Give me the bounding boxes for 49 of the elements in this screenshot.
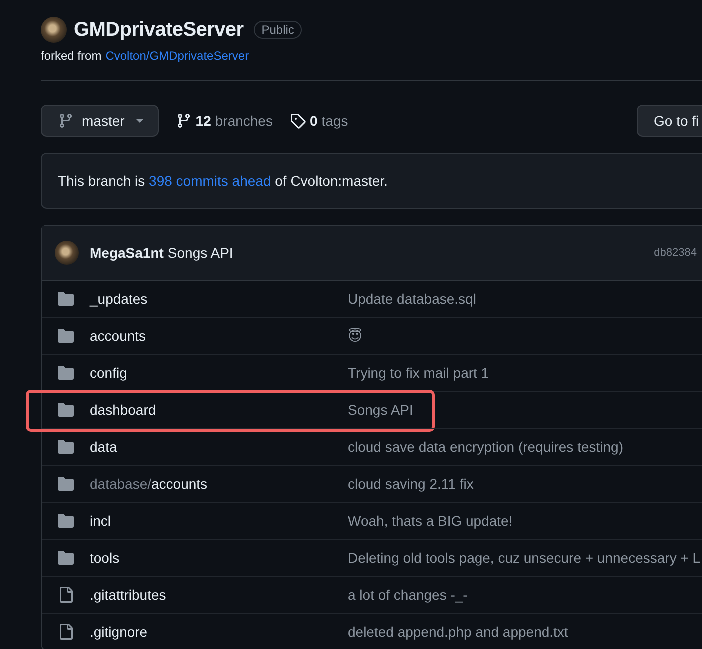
folder-icon (58, 365, 74, 381)
folder-icon (58, 291, 74, 307)
folder-icon (58, 550, 74, 566)
file-name-link[interactable]: config (90, 365, 348, 381)
file-name-link[interactable]: incl (90, 513, 348, 529)
file-icon (58, 587, 74, 603)
commit-message-link[interactable]: Songs API (348, 402, 414, 418)
author-link[interactable]: MegaSa1nt (90, 245, 164, 261)
file-name-link[interactable]: accounts (90, 328, 348, 344)
folder-icon (58, 439, 74, 455)
file-icon (58, 624, 74, 640)
visibility-label: Public (254, 21, 302, 39)
file-name-link[interactable]: .gitignore (90, 624, 348, 640)
commit-message-link[interactable]: Update database.sql (348, 291, 476, 307)
tags-link[interactable]: 0 tags (290, 113, 348, 129)
commit-message-link[interactable]: 😇 (348, 328, 363, 344)
file-name-link[interactable]: dashboard (90, 402, 348, 418)
folder-icon (58, 402, 74, 418)
file-name-link[interactable]: database/accounts (90, 476, 348, 492)
avatar (41, 17, 67, 43)
commits-ahead-link[interactable]: 398 commits ahead (149, 173, 272, 189)
branches-link[interactable]: 12 branches (176, 113, 273, 129)
fork-source-link[interactable]: Cvolton/GMDprivateServer (106, 49, 250, 63)
commit-message-link[interactable]: a lot of changes -_- (348, 587, 468, 603)
caret-icon (136, 119, 144, 123)
folder-icon (58, 328, 74, 344)
repo-name-link[interactable]: GMDprivateServer (74, 18, 244, 42)
go-to-file-button[interactable]: Go to fi (637, 105, 702, 137)
tag-icon (290, 113, 306, 129)
file-name-link[interactable]: .gitattributes (90, 587, 348, 603)
folder-icon (58, 476, 74, 492)
commit-message-link[interactable]: deleted append.php and append.txt (348, 624, 568, 640)
file-name-link[interactable]: _updates (90, 291, 348, 307)
commit-sha-link[interactable]: db82384 (654, 247, 697, 259)
avatar (55, 241, 79, 265)
commit-message-link[interactable]: Woah, thats a BIG update! (348, 513, 513, 529)
file-name-link[interactable]: data (90, 439, 348, 455)
commit-message-link[interactable]: cloud save data encryption (requires testing) (348, 439, 624, 455)
branch-icon (58, 113, 74, 129)
file-name-link[interactable]: tools (90, 550, 348, 566)
commit-message-link[interactable]: Trying to fix mail part 1 (348, 365, 490, 381)
branch-selector[interactable]: master (41, 105, 159, 137)
branch-icon (176, 113, 192, 129)
commit-message-link[interactable]: Songs API (168, 245, 234, 261)
commit-message-link[interactable]: Deleting old tools page, cuz unsecure + unnecessary + L (348, 550, 701, 566)
fork-label: forked from (41, 49, 102, 63)
commit-message-link[interactable]: cloud saving 2.11 fix (348, 476, 474, 492)
folder-icon (58, 513, 74, 529)
branch-status-text: This branch is 398 commits ahead of Cvolton:master. (58, 173, 388, 189)
